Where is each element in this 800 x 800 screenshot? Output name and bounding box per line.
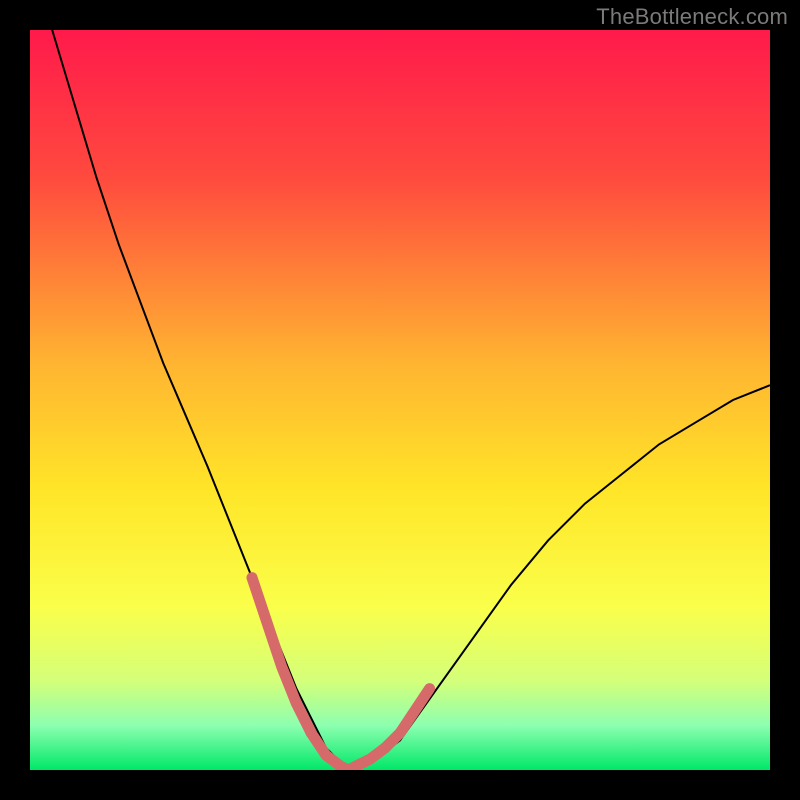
- chart-frame: TheBottleneck.com: [0, 0, 800, 800]
- watermark-text: TheBottleneck.com: [596, 4, 788, 30]
- chart-svg: [30, 30, 770, 770]
- gradient-background: [30, 30, 770, 770]
- plot-area: [30, 30, 770, 770]
